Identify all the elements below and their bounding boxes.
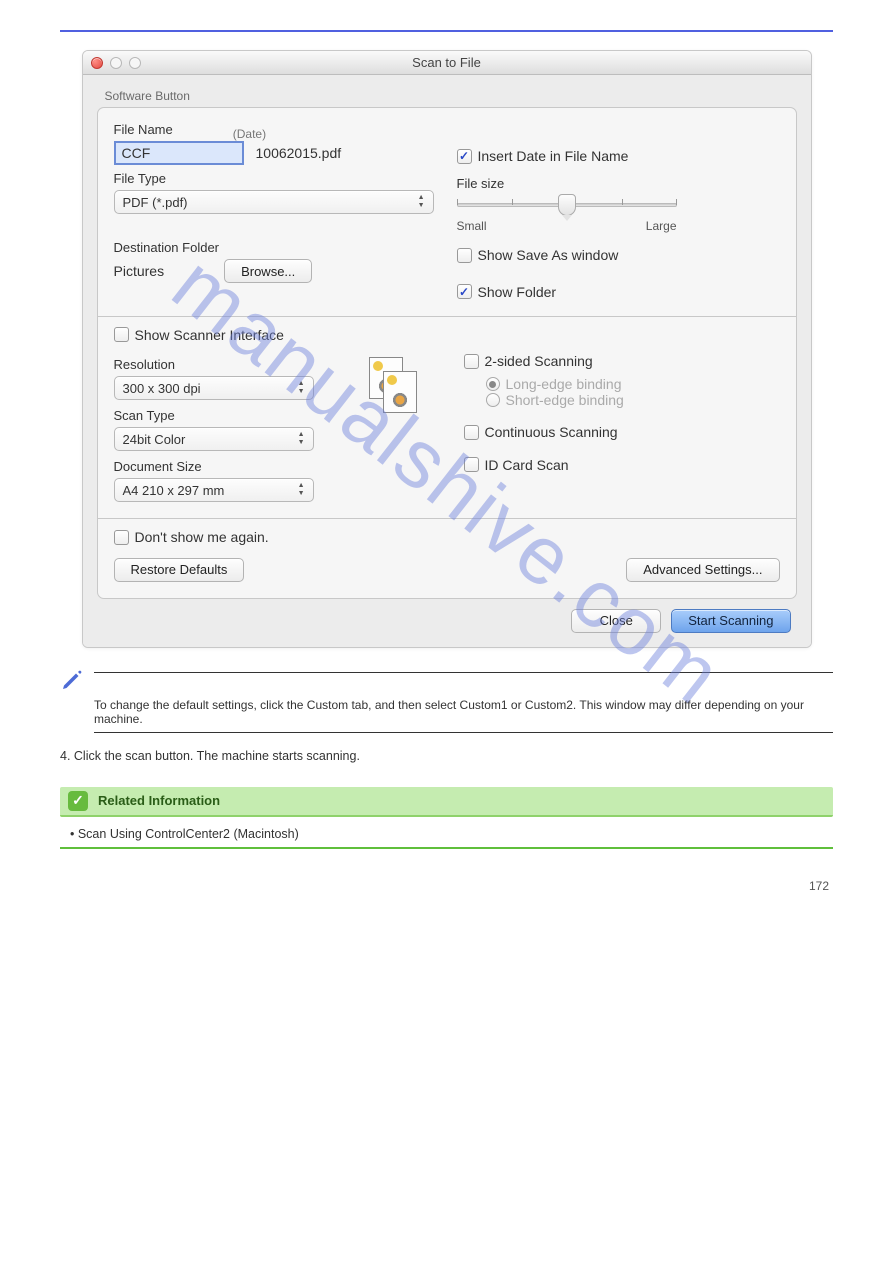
filename-preview: 10062015.pdf [256,145,342,161]
insert-date-checkbox[interactable]: Insert Date in File Name [457,148,629,164]
preview-thumbnails-icon [369,357,419,417]
insert-date-label: Insert Date in File Name [478,148,629,164]
slider-knob-icon[interactable] [558,194,576,216]
page-number: 172 [60,879,833,893]
scantype-select[interactable]: 24bit Color [114,427,314,451]
id-card-scan-label: ID Card Scan [485,457,569,473]
chevron-updown-icon [418,194,425,210]
check-icon: ✓ [68,791,88,811]
scan-dialog: Scan to File Software Button File Name (… [82,50,812,648]
divider [94,672,833,673]
checkbox-icon [464,457,479,472]
filetype-value: PDF (*.pdf) [123,195,188,210]
dialog-bottom-group: Don't show me again. Restore Defaults Ad… [97,518,797,599]
checkbox-icon [457,149,472,164]
section-label: Software Button [105,89,797,103]
browse-button[interactable]: Browse... [224,259,312,283]
radio-icon [486,377,500,391]
docsize-label: Document Size [114,459,344,474]
long-edge-radio: Long-edge binding [486,376,622,392]
restore-defaults-button[interactable]: Restore Defaults [114,558,245,582]
continuous-scanning-checkbox[interactable]: Continuous Scanning [464,424,618,440]
long-edge-label: Long-edge binding [506,376,622,392]
scantype-label: Scan Type [114,408,344,423]
filesize-max: Large [646,219,677,233]
related-info-title: Related Information [98,793,220,808]
advanced-settings-button[interactable]: Advanced Settings... [626,558,779,582]
checkbox-icon [114,530,129,545]
dialog-footer: Close Start Scanning [97,599,797,633]
docsize-value: A4 210 x 297 mm [123,483,225,498]
resolution-select[interactable]: 300 x 300 dpi [114,376,314,400]
checkbox-icon [464,425,479,440]
close-button[interactable]: Close [571,609,661,633]
show-save-as-checkbox[interactable]: Show Save As window [457,247,619,263]
chevron-updown-icon [298,482,305,498]
divider [94,732,833,733]
dont-show-again-checkbox[interactable]: Don't show me again. [114,529,269,545]
resolution-value: 300 x 300 dpi [123,381,201,396]
page-top-rule [60,30,833,32]
docsize-select[interactable]: A4 210 x 297 mm [114,478,314,502]
filesize-min: Small [457,219,487,233]
checkbox-icon [457,284,472,299]
checkbox-icon [114,327,129,342]
show-folder-label: Show Folder [478,284,557,300]
destination-value: Pictures [114,263,165,279]
checkbox-icon [464,354,479,369]
two-sided-label: 2-sided Scanning [485,353,593,369]
dont-show-again-label: Don't show me again. [135,529,269,545]
start-scanning-button[interactable]: Start Scanning [671,609,790,633]
resolution-label: Resolution [114,357,344,372]
file-settings-group: File Name (Date) 10062015.pdf File Type … [97,107,797,316]
two-sided-checkbox[interactable]: 2-sided Scanning [464,353,593,369]
scantype-value: 24bit Color [123,432,186,447]
step-text: 4. Click the scan button. The machine st… [60,747,833,765]
filetype-select[interactable]: PDF (*.pdf) [114,190,434,214]
filetype-label: File Type [114,171,437,186]
checkbox-icon [457,248,472,263]
id-card-scan-checkbox[interactable]: ID Card Scan [464,457,569,473]
destination-label: Destination Folder [114,240,437,255]
date-label: (Date) [233,127,266,141]
note-text: To change the default settings, click th… [94,698,833,726]
filename-input[interactable] [114,141,244,165]
show-save-as-label: Show Save As window [478,247,619,263]
short-edge-radio: Short-edge binding [486,392,624,408]
filesize-label: File size [457,176,780,191]
continuous-scanning-label: Continuous Scanning [485,424,618,440]
divider [60,847,833,849]
filesize-slider[interactable] [457,195,677,213]
filename-label: File Name [114,122,173,137]
show-scanner-interface-label: Show Scanner Interface [135,327,284,343]
show-folder-checkbox[interactable]: Show Folder [457,284,557,300]
dialog-title: Scan to File [83,55,811,70]
chevron-updown-icon [298,431,305,447]
show-scanner-interface-checkbox[interactable]: Show Scanner Interface [114,327,284,343]
related-info-bar: ✓ Related Information [60,787,833,817]
radio-icon [486,393,500,407]
chevron-updown-icon [298,380,305,396]
titlebar: Scan to File [83,51,811,75]
related-info-link[interactable]: • Scan Using ControlCenter2 (Macintosh) [70,827,833,841]
scan-settings-group: Show Scanner Interface Resolution 300 x … [97,316,797,519]
pencil-icon [60,668,84,692]
short-edge-label: Short-edge binding [506,392,624,408]
note-block: To change the default settings, click th… [60,672,833,733]
